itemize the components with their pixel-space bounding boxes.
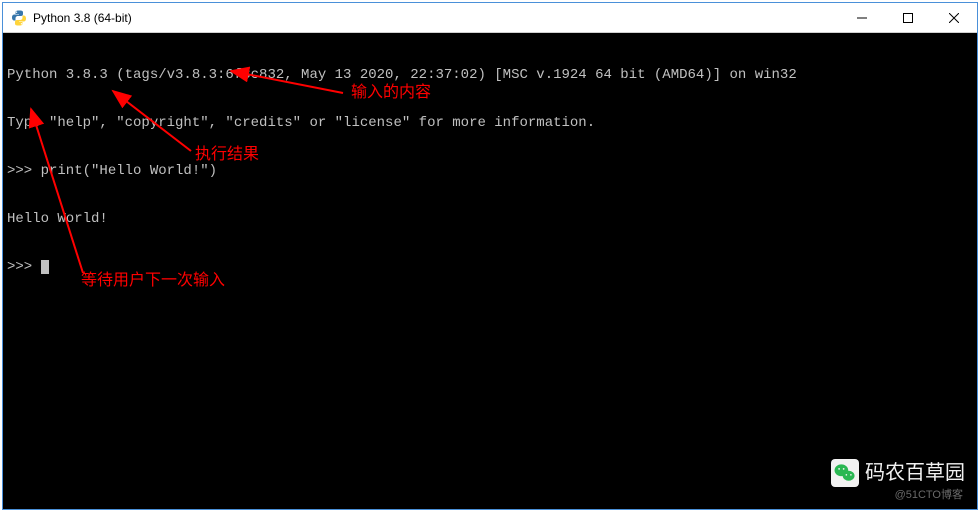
close-button[interactable]: [931, 3, 977, 32]
window-controls: [839, 3, 977, 32]
python-icon: [11, 10, 27, 26]
annotation-input-content: 输入的内容: [351, 85, 431, 101]
terminal-line-input: >>> print("Hello World!"): [7, 163, 973, 179]
minimize-button[interactable]: [839, 3, 885, 32]
terminal-line-output: Hello World!: [7, 211, 973, 227]
terminal-line-prompt: >>>: [7, 259, 973, 275]
terminal-line-version: Python 3.8.3 (tags/v3.8.3:6f8c832, May 1…: [7, 67, 973, 83]
annotation-wait-input: 等待用户下一次输入: [81, 273, 225, 289]
prompt-text: >>>: [7, 259, 41, 275]
window-title: Python 3.8 (64-bit): [33, 11, 132, 25]
terminal-area[interactable]: Python 3.8.3 (tags/v3.8.3:6f8c832, May 1…: [3, 33, 977, 509]
maximize-button[interactable]: [885, 3, 931, 32]
watermark-text: 码农百草园: [865, 465, 965, 481]
watermark-sub: @51CTO博客: [895, 487, 963, 503]
annotation-result: 执行结果: [195, 147, 259, 163]
cursor-icon: [41, 260, 49, 274]
wechat-icon: [831, 459, 859, 487]
titlebar[interactable]: Python 3.8 (64-bit): [3, 3, 977, 33]
terminal-line-help: Type "help", "copyright", "credits" or "…: [7, 115, 973, 131]
watermark-main: 码农百草园: [831, 459, 965, 487]
app-window: Python 3.8 (64-bit) Python 3.8.3 (tags/v…: [2, 2, 978, 510]
